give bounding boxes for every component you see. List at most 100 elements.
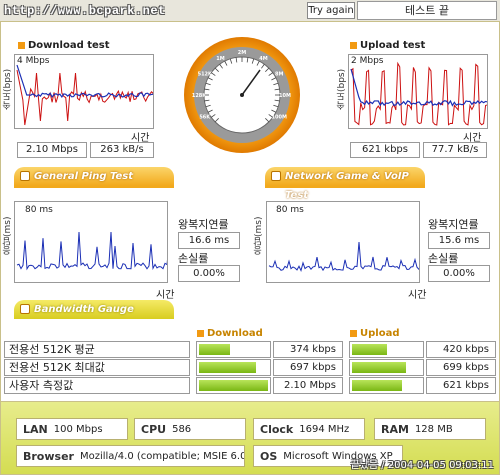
- upload-speed-bytes: 77.7 kB/s: [423, 142, 487, 158]
- gauge-icon: [20, 304, 30, 314]
- info-lan-key: LAN: [23, 422, 48, 436]
- bw-download-bar-track: [196, 341, 271, 358]
- info-ram: RAM 128 MB: [374, 418, 486, 440]
- game-loss-value: 0.00%: [428, 265, 490, 282]
- gamepad-icon: [271, 171, 281, 181]
- bw-upload-value: 699 kbps: [426, 359, 496, 376]
- ping-icon: [20, 171, 30, 181]
- bw-row-label: 사용자 측정값: [4, 377, 190, 394]
- gauge-tick-label: 10M: [279, 93, 291, 99]
- ping-loss-value: 0.00%: [178, 265, 240, 282]
- bw-upload-value: 420 kbps: [426, 341, 496, 358]
- bullet-icon: [350, 330, 357, 337]
- bw-upload-header-text: Upload: [360, 328, 400, 339]
- gauge-tick-label: 1M: [216, 56, 224, 62]
- speed-gauge: 56K 128K 512K 1M 2M 4M 8M 10M 100M: [183, 26, 301, 164]
- download-speed-bytes: 263 kB/s: [90, 142, 154, 158]
- bw-upload-bar: [352, 344, 387, 355]
- gauge-pivot: [240, 93, 244, 97]
- gauge-tick-label: 2M: [238, 50, 246, 56]
- download-graph-svg: [16, 64, 153, 126]
- upload-series-red: [350, 61, 487, 126]
- test-status: 테스트 끝: [357, 1, 497, 20]
- tab-general-ping-label: General Ping Test: [34, 171, 134, 182]
- bw-download-bar-track: [196, 359, 271, 376]
- bw-upload-bar-track: [349, 341, 424, 358]
- footer-timestamp: 끝났음 / 2004-04-05 09:03:11: [350, 460, 494, 471]
- bw-upload-bar: [352, 380, 402, 391]
- upload-series-blue: [350, 68, 487, 107]
- bw-download-bar: [199, 362, 256, 373]
- bw-row-label: 전용선 512K 최대값: [4, 359, 190, 376]
- tab-game-voip[interactable]: Network Game & VoIP Test: [265, 167, 425, 201]
- info-lan: LAN 100 Mbps: [16, 418, 128, 440]
- info-clock: Clock 1694 MHz: [253, 418, 365, 440]
- ping-series: [16, 231, 167, 271]
- bullet-icon: [18, 42, 25, 49]
- gauge-tick-label: 56K: [199, 115, 211, 121]
- game-ylabel: 응답(ms): [254, 216, 264, 255]
- download-title: Download test: [18, 40, 110, 51]
- game-ymax: 80 ms: [276, 205, 304, 215]
- bw-row-label: 전용선 512K 평균: [4, 341, 190, 358]
- download-ymax: 4 Mbps: [17, 56, 50, 66]
- ping-xlabel: 시간: [156, 290, 175, 301]
- bw-upload-value: 621 kbps: [426, 377, 496, 394]
- site-url: http://www.bcpark.net: [4, 4, 166, 18]
- info-ram-key: RAM: [381, 422, 409, 436]
- bw-download-header-text: Download: [207, 328, 263, 339]
- bw-download-bar-track: [196, 377, 271, 394]
- info-cpu: CPU 586: [134, 418, 246, 440]
- tab-general-ping[interactable]: General Ping Test: [14, 167, 174, 186]
- download-title-text: Download test: [28, 40, 110, 51]
- bw-upload-bar: [352, 362, 406, 373]
- ping-ylabel: 응답(ms): [3, 216, 13, 255]
- bw-download-value: 2.10 Mbps: [273, 377, 343, 394]
- info-browser-value: Mozilla/4.0 (compatible; MSIE 6.0: [79, 450, 245, 462]
- info-os-key: OS: [260, 449, 278, 463]
- upload-ymax: 2 Mbps: [351, 56, 384, 66]
- game-series: [268, 241, 419, 272]
- tab-bandwidth-gauge[interactable]: Bandwidth Gauge: [14, 300, 174, 319]
- bw-download-value: 374 kbps: [273, 341, 343, 358]
- game-rtt-label: 왕복지연률: [428, 218, 479, 231]
- tab-bandwidth-gauge-label: Bandwidth Gauge: [34, 304, 134, 315]
- download-series-red: [16, 69, 153, 126]
- ping-ymax: 80 ms: [25, 205, 53, 215]
- game-rtt-value: 15.6 ms: [428, 232, 490, 249]
- bw-download-bar: [199, 344, 231, 355]
- game-loss-label: 손실률: [428, 252, 459, 265]
- gauge-tick-label: 8M: [275, 72, 283, 78]
- upload-title-text: Upload test: [360, 40, 426, 51]
- info-lan-value: 100 Mbps: [53, 423, 103, 435]
- gauge-tick-label: 4M: [259, 56, 267, 62]
- bw-upload-bar-track: [349, 359, 424, 376]
- gauge-tick-label: 512K: [198, 72, 213, 78]
- game-xlabel: 시간: [408, 290, 427, 301]
- info-ram-value: 128 MB: [414, 423, 453, 435]
- bullet-icon: [350, 42, 357, 49]
- speed-gauge-svg: 56K 128K 512K 1M 2M 4M 8M 10M 100M: [184, 37, 300, 153]
- info-browser: Browser Mozilla/4.0 (compatible; MSIE 6.…: [16, 445, 245, 467]
- info-browser-key: Browser: [23, 449, 74, 463]
- bw-download-value: 697 kbps: [273, 359, 343, 376]
- ping-rtt-value: 16.6 ms: [178, 232, 240, 249]
- bw-download-bar: [199, 380, 268, 391]
- bullet-icon: [197, 330, 204, 337]
- ping-rtt-label: 왕복지연률: [178, 218, 229, 231]
- upload-ylabel: 속도(bps): [337, 68, 347, 110]
- bw-upload-bar-track: [349, 377, 424, 394]
- try-again-button[interactable]: Try again: [307, 2, 355, 19]
- info-cpu-value: 586: [172, 423, 192, 435]
- info-clock-value: 1694 MHz: [299, 423, 350, 435]
- bw-upload-header: Upload: [350, 328, 399, 339]
- download-speed-bps: 2.10 Mbps: [17, 142, 87, 158]
- download-ylabel: 속도(bps): [3, 68, 13, 110]
- ping-loss-label: 손실률: [178, 252, 209, 265]
- upload-graph-svg: [350, 61, 487, 126]
- info-cpu-key: CPU: [141, 422, 167, 436]
- bw-download-header: Download: [197, 328, 263, 339]
- gauge-tick-label: 100M: [272, 115, 287, 121]
- upload-title: Upload test: [350, 40, 425, 51]
- info-clock-key: Clock: [260, 422, 294, 436]
